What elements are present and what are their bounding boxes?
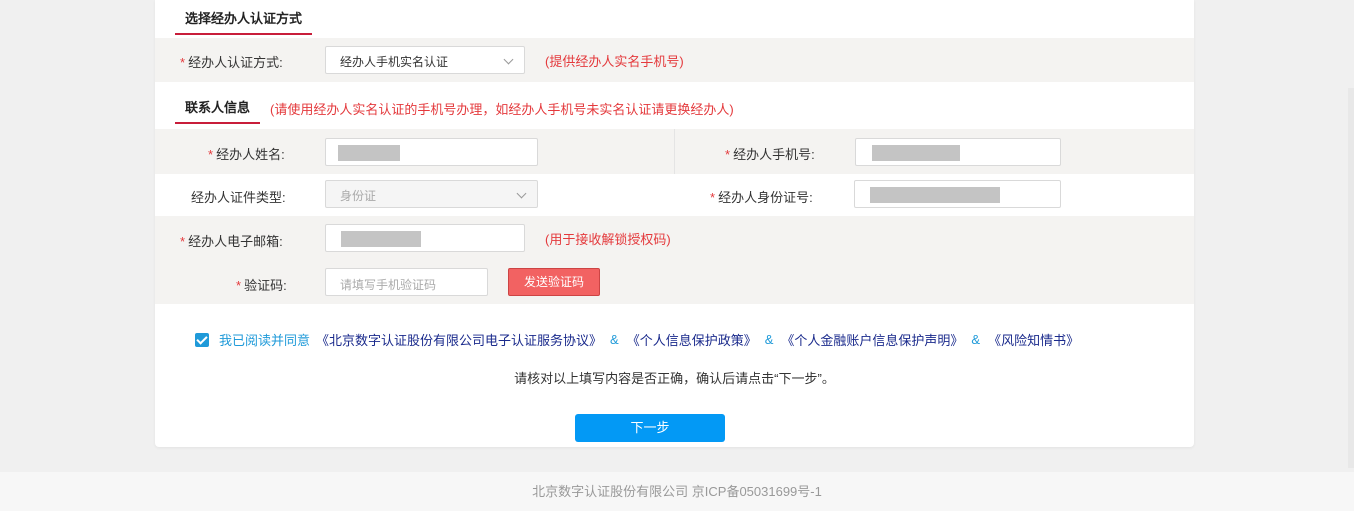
agree-prefix: 我已阅读并同意	[219, 333, 311, 348]
doc-link-account-statement[interactable]: 《个人金融账户信息保护声明》	[781, 330, 963, 349]
contact-notice: (请使用经办人实名认证的手机号办理，如经办人手机号未实名认证请更换经办人)	[270, 102, 734, 117]
id-type-label: 经办人证件类型:	[191, 190, 286, 205]
phone-label: * 经办人手机号:	[725, 144, 815, 163]
id-row: 经办人证件类型: 身份证 * 经办人身份证号:	[155, 174, 1194, 216]
email-input[interactable]	[325, 224, 525, 252]
redacted-value	[338, 145, 400, 161]
code-label-text: 验证码:	[244, 278, 287, 293]
auth-section-title: 选择经办人认证方式	[185, 11, 303, 26]
id-number-input[interactable]	[854, 180, 1061, 208]
name-label-text: 经办人姓名:	[216, 147, 285, 162]
agreement-line: 我已阅读并同意 《北京数字认证股份有限公司电子认证服务协议》 & 《个人信息保护…	[195, 330, 1079, 349]
phone-input[interactable]	[855, 138, 1061, 166]
email-hint: (用于接收解锁授权码)	[545, 232, 671, 247]
auth-method-value: 经办人手机实名认证	[340, 55, 449, 69]
name-input[interactable]	[325, 138, 538, 166]
name-label: * 经办人姓名:	[208, 144, 285, 163]
redacted-value	[872, 145, 960, 161]
send-code-button[interactable]: 发送验证码	[508, 268, 600, 296]
auth-method-row: * 经办人认证方式: 经办人手机实名认证 (提供经办人实名手机号)	[155, 38, 1194, 82]
auth-method-select[interactable]: 经办人手机实名认证	[325, 46, 525, 74]
doc-link-service-agreement[interactable]: 《北京数字认证股份有限公司电子认证服务协议》	[316, 330, 602, 349]
email-code-section: * 经办人电子邮箱: (用于接收解锁授权码) * 验证码: 请填写手机验证码 发送验…	[155, 216, 1194, 304]
agree-checkbox[interactable]	[195, 332, 209, 347]
scrollbar-thumb[interactable]	[1348, 88, 1354, 468]
email-label: * 经办人电子邮箱:	[180, 231, 283, 250]
amp-separator: &	[971, 332, 981, 347]
tab-underline	[175, 122, 261, 124]
code-placeholder: 请填写手机验证码	[340, 278, 437, 292]
amp-separator: &	[610, 332, 619, 347]
tab-underline	[175, 33, 313, 35]
required-mark: *	[236, 278, 242, 293]
doc-link-privacy-policy[interactable]: 《个人信息保护政策》	[627, 330, 757, 349]
phone-label-text: 经办人手机号:	[733, 147, 815, 162]
tab-auth-method: 选择经办人认证方式	[175, 0, 313, 35]
id-number-label: * 经办人身份证号:	[710, 187, 813, 206]
amp-separator: &	[764, 332, 774, 347]
scrollbar[interactable]	[1348, 0, 1354, 470]
name-phone-row: * 经办人姓名: * 经办人手机号:	[155, 129, 1194, 174]
doc-link-risk-notice[interactable]: 《风险知情书》	[988, 330, 1079, 349]
auth-method-hint: (提供经办人实名手机号)	[545, 54, 684, 69]
confirm-text: 请核对以上填写内容是否正确，确认后请点击“下一步”。	[514, 371, 835, 386]
required-mark: *	[208, 147, 214, 162]
required-mark: *	[180, 234, 186, 249]
next-button[interactable]: 下一步	[575, 414, 725, 442]
auth-method-label: * 经办人认证方式:	[180, 52, 283, 71]
form-card: 选择经办人认证方式 * 经办人认证方式: 经办人手机实名认证 (提供经办人实名手机…	[155, 0, 1194, 447]
column-divider	[674, 129, 675, 174]
verification-code-input[interactable]: 请填写手机验证码	[325, 268, 488, 296]
required-mark: *	[180, 55, 186, 70]
code-label: * 验证码:	[236, 275, 287, 294]
chevron-down-icon	[503, 54, 514, 65]
footer: 北京数字认证股份有限公司 京ICP备05031699号-1	[0, 472, 1354, 511]
auth-method-label-text: 经办人认证方式:	[188, 55, 283, 70]
email-label-text: 经办人电子邮箱:	[188, 234, 283, 249]
id-type-select[interactable]: 身份证	[325, 180, 538, 208]
tab-contact-info: 联系人信息	[175, 89, 261, 124]
contact-section-title: 联系人信息	[185, 100, 251, 115]
redacted-value	[870, 187, 1000, 203]
required-mark: *	[725, 147, 731, 162]
id-type-value: 身份证	[340, 189, 377, 203]
required-mark: *	[710, 190, 716, 205]
redacted-value	[341, 231, 421, 247]
chevron-down-icon	[516, 188, 527, 199]
id-number-label-text: 经办人身份证号:	[718, 190, 813, 205]
